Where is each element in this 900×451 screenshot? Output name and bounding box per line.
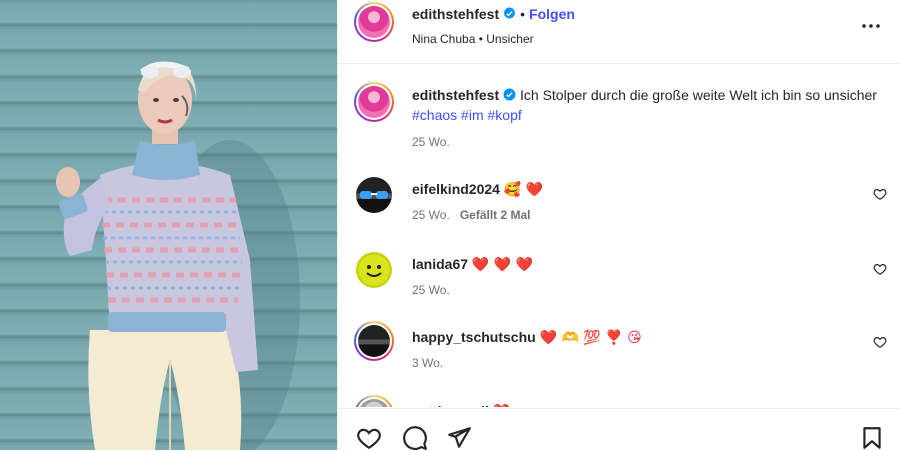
comment-time[interactable]: 25 Wo. (412, 283, 450, 297)
caption-meta: 25 Wo. (412, 135, 450, 149)
author-avatar[interactable] (354, 2, 394, 42)
comment-username[interactable]: eifelkind2024 (412, 181, 500, 197)
comment-username[interactable]: happy_tschutschu (412, 329, 536, 345)
caption-row: edithstehfest Ich Stolper durch die groß… (338, 82, 900, 152)
comments-list[interactable]: edithstehfest Ich Stolper durch die groß… (338, 65, 900, 407)
partial-avatar[interactable] (354, 395, 394, 407)
header-separator: • (520, 6, 526, 22)
bookmark-icon[interactable] (859, 425, 885, 451)
paper-plane-icon[interactable] (446, 425, 472, 451)
caption-body: Ich Stolper durch die große weite Welt i… (520, 87, 877, 103)
heart-outline-icon[interactable] (873, 335, 887, 349)
comment-text: lanida67 ❤️ ❤️ ❤️ (412, 254, 882, 275)
comment-row: lanida67 ❤️ ❤️ ❤️ 25 Wo. (338, 248, 900, 308)
action-bar (338, 408, 900, 450)
hashtag-im[interactable]: #im (461, 107, 484, 123)
verified-badge-icon (503, 88, 516, 101)
comment-time[interactable]: 25 Wo. (412, 208, 450, 222)
comment-body: ❤️ 🫶 💯 ❣️ 😘 (539, 330, 642, 346)
instagram-post-dialog: edithstehfest • Folgen Nina Chuba • Unsich… (0, 0, 900, 450)
comment-row: pattina_sall ❤️ (338, 395, 900, 407)
caption-username[interactable]: edithstehfest (412, 87, 499, 103)
caption-text: edithstehfest Ich Stolper durch die groß… (412, 85, 882, 125)
sunglasses-avatar[interactable] (356, 177, 392, 213)
comment-body: ❤️ (493, 404, 510, 407)
comment-row: happy_tschutschu ❤️ 🫶 💯 ❣️ 😘 3 Wo. (338, 321, 900, 381)
smiley-badge-avatar[interactable] (356, 252, 392, 288)
comment-meta: 3 Wo. (412, 356, 443, 370)
story-ring-avatar[interactable] (354, 321, 394, 361)
heart-outline-icon[interactable] (356, 425, 382, 451)
audio-separator: • (478, 32, 483, 46)
comment-text: happy_tschutschu ❤️ 🫶 💯 ❣️ 😘 (412, 327, 882, 348)
comment-username[interactable]: lanida67 (412, 256, 468, 272)
comment-text: pattina_sall ❤️ (412, 401, 882, 407)
heart-outline-icon[interactable] (873, 187, 887, 201)
comment-text: eifelkind2024 🥰 ❤️ (412, 179, 882, 200)
hashtag-chaos[interactable]: #chaos (412, 107, 457, 123)
post-photo[interactable] (0, 0, 337, 450)
caption-time[interactable]: 25 Wo. (412, 135, 450, 149)
follow-button[interactable]: Folgen (529, 6, 575, 22)
audio-title[interactable]: Unsicher (486, 32, 533, 46)
audio-artist[interactable]: Nina Chuba (412, 32, 475, 46)
comment-body: ❤️ ❤️ ❤️ (471, 257, 534, 273)
comment-bubble-icon[interactable] (402, 425, 428, 451)
comment-body: 🥰 ❤️ (503, 182, 544, 198)
post-side-panel: edithstehfest • Folgen Nina Chuba • Unsich… (337, 0, 900, 450)
comment-row: eifelkind2024 🥰 ❤️ 25 Wo. Gefällt 2 Mal (338, 173, 900, 233)
verified-badge-icon (503, 7, 516, 19)
comment-likes[interactable]: Gefällt 2 Mal (460, 208, 531, 222)
hashtag-kopf[interactable]: #kopf (488, 107, 522, 123)
post-header: edithstehfest • Folgen Nina Chuba • Unsich… (338, 0, 900, 64)
comment-meta: 25 Wo. (412, 283, 450, 297)
more-horizontal-icon[interactable] (859, 14, 883, 38)
comment-time[interactable]: 3 Wo. (412, 356, 443, 370)
caption-avatar[interactable] (354, 82, 394, 122)
author-line: edithstehfest • Folgen (412, 6, 575, 22)
audio-line[interactable]: Nina Chuba • Unsicher (412, 32, 534, 46)
post-photo-illustration (56, 61, 300, 450)
comment-username[interactable]: pattina_sall (412, 403, 489, 407)
author-username[interactable]: edithstehfest (412, 6, 499, 22)
comment-meta: 25 Wo. Gefällt 2 Mal (412, 208, 531, 222)
heart-outline-icon[interactable] (873, 262, 887, 276)
